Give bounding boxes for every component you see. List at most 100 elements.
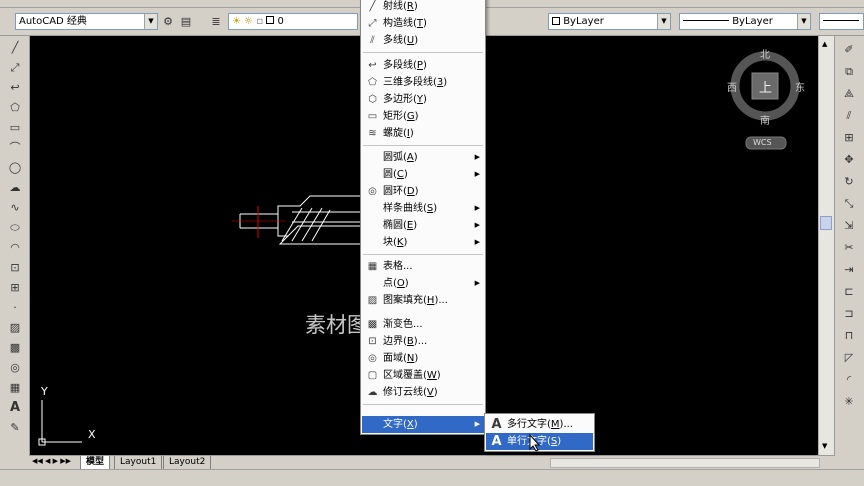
construction-line-icon: ⤢ (368, 18, 377, 29)
scroll-up-icon[interactable]: ▲ (822, 40, 827, 48)
ucs-icon (38, 400, 82, 446)
color-combo[interactable]: ByLayer ▼ (548, 13, 671, 30)
region-icon[interactable]: ◎ (6, 360, 24, 376)
rectangle-icon[interactable]: ▭ (6, 120, 24, 136)
erase-icon[interactable]: ✐ (840, 42, 858, 58)
menu-item-revcloud[interactable]: ☁ 修订云线(V) (362, 384, 484, 401)
menu-item-gradient[interactable]: ▩ 渐变色... (362, 316, 484, 333)
viewcube-top-face[interactable]: 上 (759, 77, 772, 96)
menu-item-polyline[interactable]: ↩ 多段线(P) (362, 57, 484, 74)
lineweight-preview-icon (823, 20, 859, 21)
menu-item-helix[interactable]: ≋ 螺旋(I) (362, 125, 484, 142)
point-icon[interactable]: · (6, 300, 24, 316)
menu-item-circle[interactable]: 圆(C) ▶ (362, 166, 484, 183)
scroll-thumb[interactable] (820, 216, 832, 230)
tab-model[interactable]: 模型 (80, 456, 111, 470)
workspace-combo[interactable]: AutoCAD 经典 ▼ (15, 13, 158, 30)
menu-item-3d-polyline[interactable]: ⬠ 三维多段线(3) (362, 74, 484, 91)
menu-item-table[interactable]: ▦ 表格... (362, 258, 484, 275)
tab-nav-icon[interactable]: ◀◀ ◀ ▶ ▶▶ (32, 457, 71, 465)
region-icon: ◎ (368, 353, 377, 364)
ellipse-icon[interactable]: ⬭ (6, 220, 24, 236)
menu-item-ray[interactable]: ╱ 射线(R) (362, 0, 484, 15)
break-at-point-icon[interactable]: ⊏ (840, 284, 858, 300)
menu-item-point[interactable]: 点(O) ▶ (362, 275, 484, 292)
spline-icon[interactable]: ∿ (6, 200, 24, 216)
add-selected-icon[interactable]: ✎ (6, 420, 24, 436)
lock-icon: ▫ (256, 16, 264, 27)
scale-icon[interactable]: ⤡ (840, 196, 858, 212)
menu-separator (363, 52, 483, 53)
ellipse-arc-icon[interactable]: ◠ (6, 240, 24, 256)
submenu-arrow-icon: ▶ (474, 420, 480, 428)
table-icon[interactable]: ▦ (6, 380, 24, 396)
linetype-combo[interactable]: ByLayer ▼ (679, 13, 811, 30)
chamfer-icon[interactable]: ◸ (840, 350, 858, 366)
layer-combo[interactable]: ☀ ☼ ▫ 0 (228, 13, 358, 30)
status-bar (0, 469, 864, 486)
menu-item-wipeout[interactable]: ▢ 区域覆盖(W) (362, 367, 484, 384)
revcloud-icon: ☁ (367, 387, 378, 398)
trim-icon[interactable]: ✂ (840, 240, 858, 256)
menu-item-rectangle[interactable]: ▭ 矩形(G) (362, 108, 484, 125)
make-block-icon[interactable]: ⊞ (6, 280, 24, 296)
revcloud-icon[interactable]: ☁ (6, 180, 24, 196)
lineweight-combo[interactable] (819, 13, 864, 30)
workspace-settings-icon[interactable]: ⚙ (160, 14, 176, 30)
menu-item-arc[interactable]: 圆弧(A) ▶ (362, 149, 484, 166)
menu-item-donut[interactable]: ◎ 圆环(D) (362, 183, 484, 200)
menu-item-ellipse[interactable]: 椭圆(E) ▶ (362, 217, 484, 234)
array-icon[interactable]: ⊞ (840, 130, 858, 146)
copy-icon[interactable]: ⧉ (840, 64, 858, 80)
vertical-scrollbar[interactable]: ▲ ▼ (818, 36, 834, 455)
compass-east[interactable]: 东 (795, 79, 805, 94)
hatch-icon[interactable]: ▨ (6, 320, 24, 336)
explode-icon[interactable]: ✳ (840, 394, 858, 410)
lightbulb-icon: ☀ (232, 16, 241, 27)
chevron-down-icon[interactable]: ▼ (797, 14, 810, 29)
workspace-toolbar-icon[interactable]: ▤ (178, 14, 194, 30)
stretch-icon[interactable]: ⇲ (840, 218, 858, 234)
gradient-icon[interactable]: ▩ (6, 340, 24, 356)
compass-north[interactable]: 北 (760, 46, 770, 61)
chevron-down-icon[interactable]: ▼ (144, 14, 157, 29)
horizontal-scrollbar[interactable] (550, 458, 820, 468)
menu-item-region[interactable]: ◎ 面域(N) (362, 350, 484, 367)
menu-item-hatch[interactable]: ▨ 图案填充(H)... (362, 292, 484, 309)
break-icon[interactable]: ⊐ (840, 306, 858, 322)
menu-item-polygon[interactable]: ⬡ 多边形(Y) (362, 91, 484, 108)
extend-icon[interactable]: ⇥ (840, 262, 858, 278)
menu-item-multiline[interactable]: ⫽ 多线(U) (362, 32, 484, 49)
compass-west[interactable]: 西 (727, 79, 737, 94)
tab-layout2[interactable]: Layout2 (163, 456, 212, 470)
circle-icon[interactable]: ◯ (6, 160, 24, 176)
fillet-icon[interactable]: ◜ (840, 372, 858, 388)
polyline-icon[interactable]: ↩ (6, 80, 24, 96)
menu-item-boundary[interactable]: ⊡ 边界(B)... (362, 333, 484, 350)
menu-item-spline[interactable]: 样条曲线(S) ▶ (362, 200, 484, 217)
rectangle-icon: ▭ (367, 111, 378, 122)
compass-south[interactable]: 南 (760, 112, 770, 127)
line-icon[interactable]: ╱ (6, 40, 24, 56)
chevron-down-icon[interactable]: ▼ (657, 14, 670, 29)
arc-icon[interactable]: ⌒ (6, 140, 24, 156)
move-icon[interactable]: ✥ (840, 152, 858, 168)
menu-item-text[interactable]: 文字(X) ▶ (362, 416, 484, 433)
layer-manager-icon[interactable]: ≣ (208, 14, 224, 30)
offset-icon[interactable]: ⫽ (840, 108, 858, 124)
insert-block-icon[interactable]: ⊡ (6, 260, 24, 276)
scroll-down-icon[interactable]: ▼ (822, 442, 827, 450)
tab-layout1[interactable]: Layout1 (114, 456, 163, 470)
table-icon: ▦ (367, 261, 378, 272)
join-icon[interactable]: ⊓ (840, 328, 858, 344)
polygon-icon[interactable]: ⬠ (6, 100, 24, 116)
menu-item-construction-line[interactable]: ⤢ 构造线(T) (362, 15, 484, 32)
rotate-icon[interactable]: ↻ (840, 174, 858, 190)
menu-item-block[interactable]: 块(K) ▶ (362, 234, 484, 251)
mirror-icon[interactable]: ⟁ (840, 86, 858, 102)
menu-item-mtext[interactable]: A 多行文字(M)... (486, 416, 593, 433)
text-icon[interactable]: A (6, 400, 24, 416)
wipeout-icon: ▢ (367, 370, 378, 381)
wcs-menu[interactable]: WCS (753, 138, 772, 147)
construction-line-icon[interactable]: ⤢ (6, 60, 24, 76)
